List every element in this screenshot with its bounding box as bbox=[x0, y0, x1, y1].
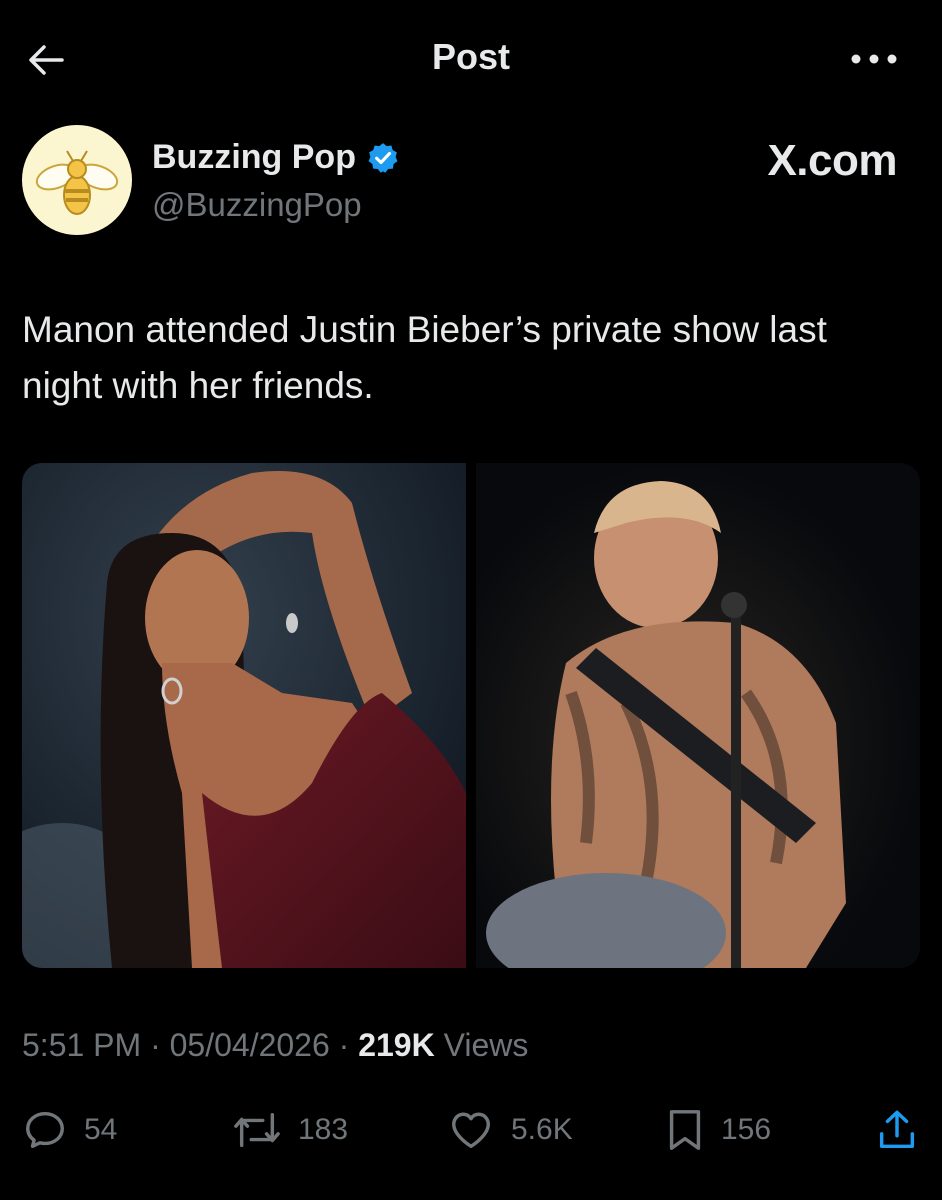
post-time: 5:51 PM bbox=[22, 1027, 142, 1063]
share-icon bbox=[879, 1110, 915, 1149]
like-icon bbox=[452, 1112, 490, 1149]
views-count: 219K bbox=[358, 1027, 435, 1063]
post-text: Manon attended Justin Bieber’s private s… bbox=[22, 309, 827, 406]
like-count: 5.6K bbox=[511, 1113, 573, 1146]
repost-count: 183 bbox=[298, 1113, 349, 1146]
repost-button[interactable]: 183 bbox=[232, 1105, 348, 1155]
photo-right[interactable] bbox=[476, 463, 920, 968]
verified-badge-icon bbox=[368, 142, 398, 173]
more-icon bbox=[851, 54, 897, 64]
views-label: Views bbox=[443, 1027, 529, 1063]
share-button[interactable] bbox=[874, 1105, 920, 1155]
reply-button[interactable]: 54 bbox=[22, 1105, 117, 1155]
bookmark-icon bbox=[669, 1110, 701, 1150]
meta-separator: · bbox=[150, 1027, 161, 1063]
like-button[interactable]: 5.6K bbox=[447, 1105, 573, 1155]
display-name[interactable]: Buzzing Pop bbox=[152, 138, 400, 177]
brand-watermark: X.com bbox=[767, 136, 897, 185]
reply-count: 54 bbox=[84, 1113, 118, 1146]
avatar[interactable] bbox=[22, 125, 132, 235]
more-button[interactable] bbox=[844, 44, 904, 74]
handle[interactable]: @BuzzingPop bbox=[152, 186, 362, 224]
photo-left[interactable] bbox=[22, 463, 466, 968]
meta-separator: · bbox=[338, 1027, 350, 1063]
reply-icon bbox=[26, 1111, 64, 1149]
bookmark-button[interactable]: 156 bbox=[665, 1105, 771, 1155]
bee-logo-icon bbox=[35, 150, 119, 215]
post-meta: 5:51 PM · 05/04/2026 · 219K Views bbox=[22, 1027, 528, 1064]
repost-icon bbox=[234, 1112, 280, 1148]
post-date: 05/04/2026 bbox=[169, 1027, 330, 1063]
page-title: Post bbox=[431, 36, 510, 77]
media-grid bbox=[22, 463, 920, 968]
bookmark-count: 156 bbox=[721, 1113, 772, 1146]
display-name-text: Buzzing Pop bbox=[152, 138, 356, 176]
